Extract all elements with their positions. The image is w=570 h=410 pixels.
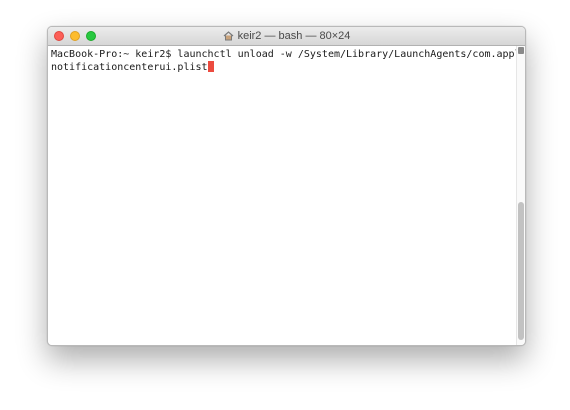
terminal-line: notificationcenterui.plist: [51, 61, 513, 74]
home-icon: [223, 31, 234, 41]
scrollbar-thumb[interactable]: [518, 202, 524, 340]
terminal-output[interactable]: MacBook-Pro:~ keir2$ launchctl unload -w…: [48, 46, 526, 345]
terminal-window: keir2 — bash — 80×24 MacBook-Pro:~ keir2…: [47, 26, 526, 346]
vertical-scrollbar[interactable]: [516, 46, 525, 345]
window-title: keir2 — bash — 80×24: [48, 27, 525, 45]
window-title-text: keir2 — bash — 80×24: [237, 30, 351, 42]
terminal-line-text: notificationcenterui.plist: [51, 62, 208, 73]
terminal-line: MacBook-Pro:~ keir2$ launchctl unload -w…: [51, 49, 526, 60]
split-pane-icon[interactable]: [518, 47, 524, 54]
title-bar[interactable]: keir2 — bash — 80×24: [48, 27, 525, 46]
text-cursor: [207, 61, 214, 72]
